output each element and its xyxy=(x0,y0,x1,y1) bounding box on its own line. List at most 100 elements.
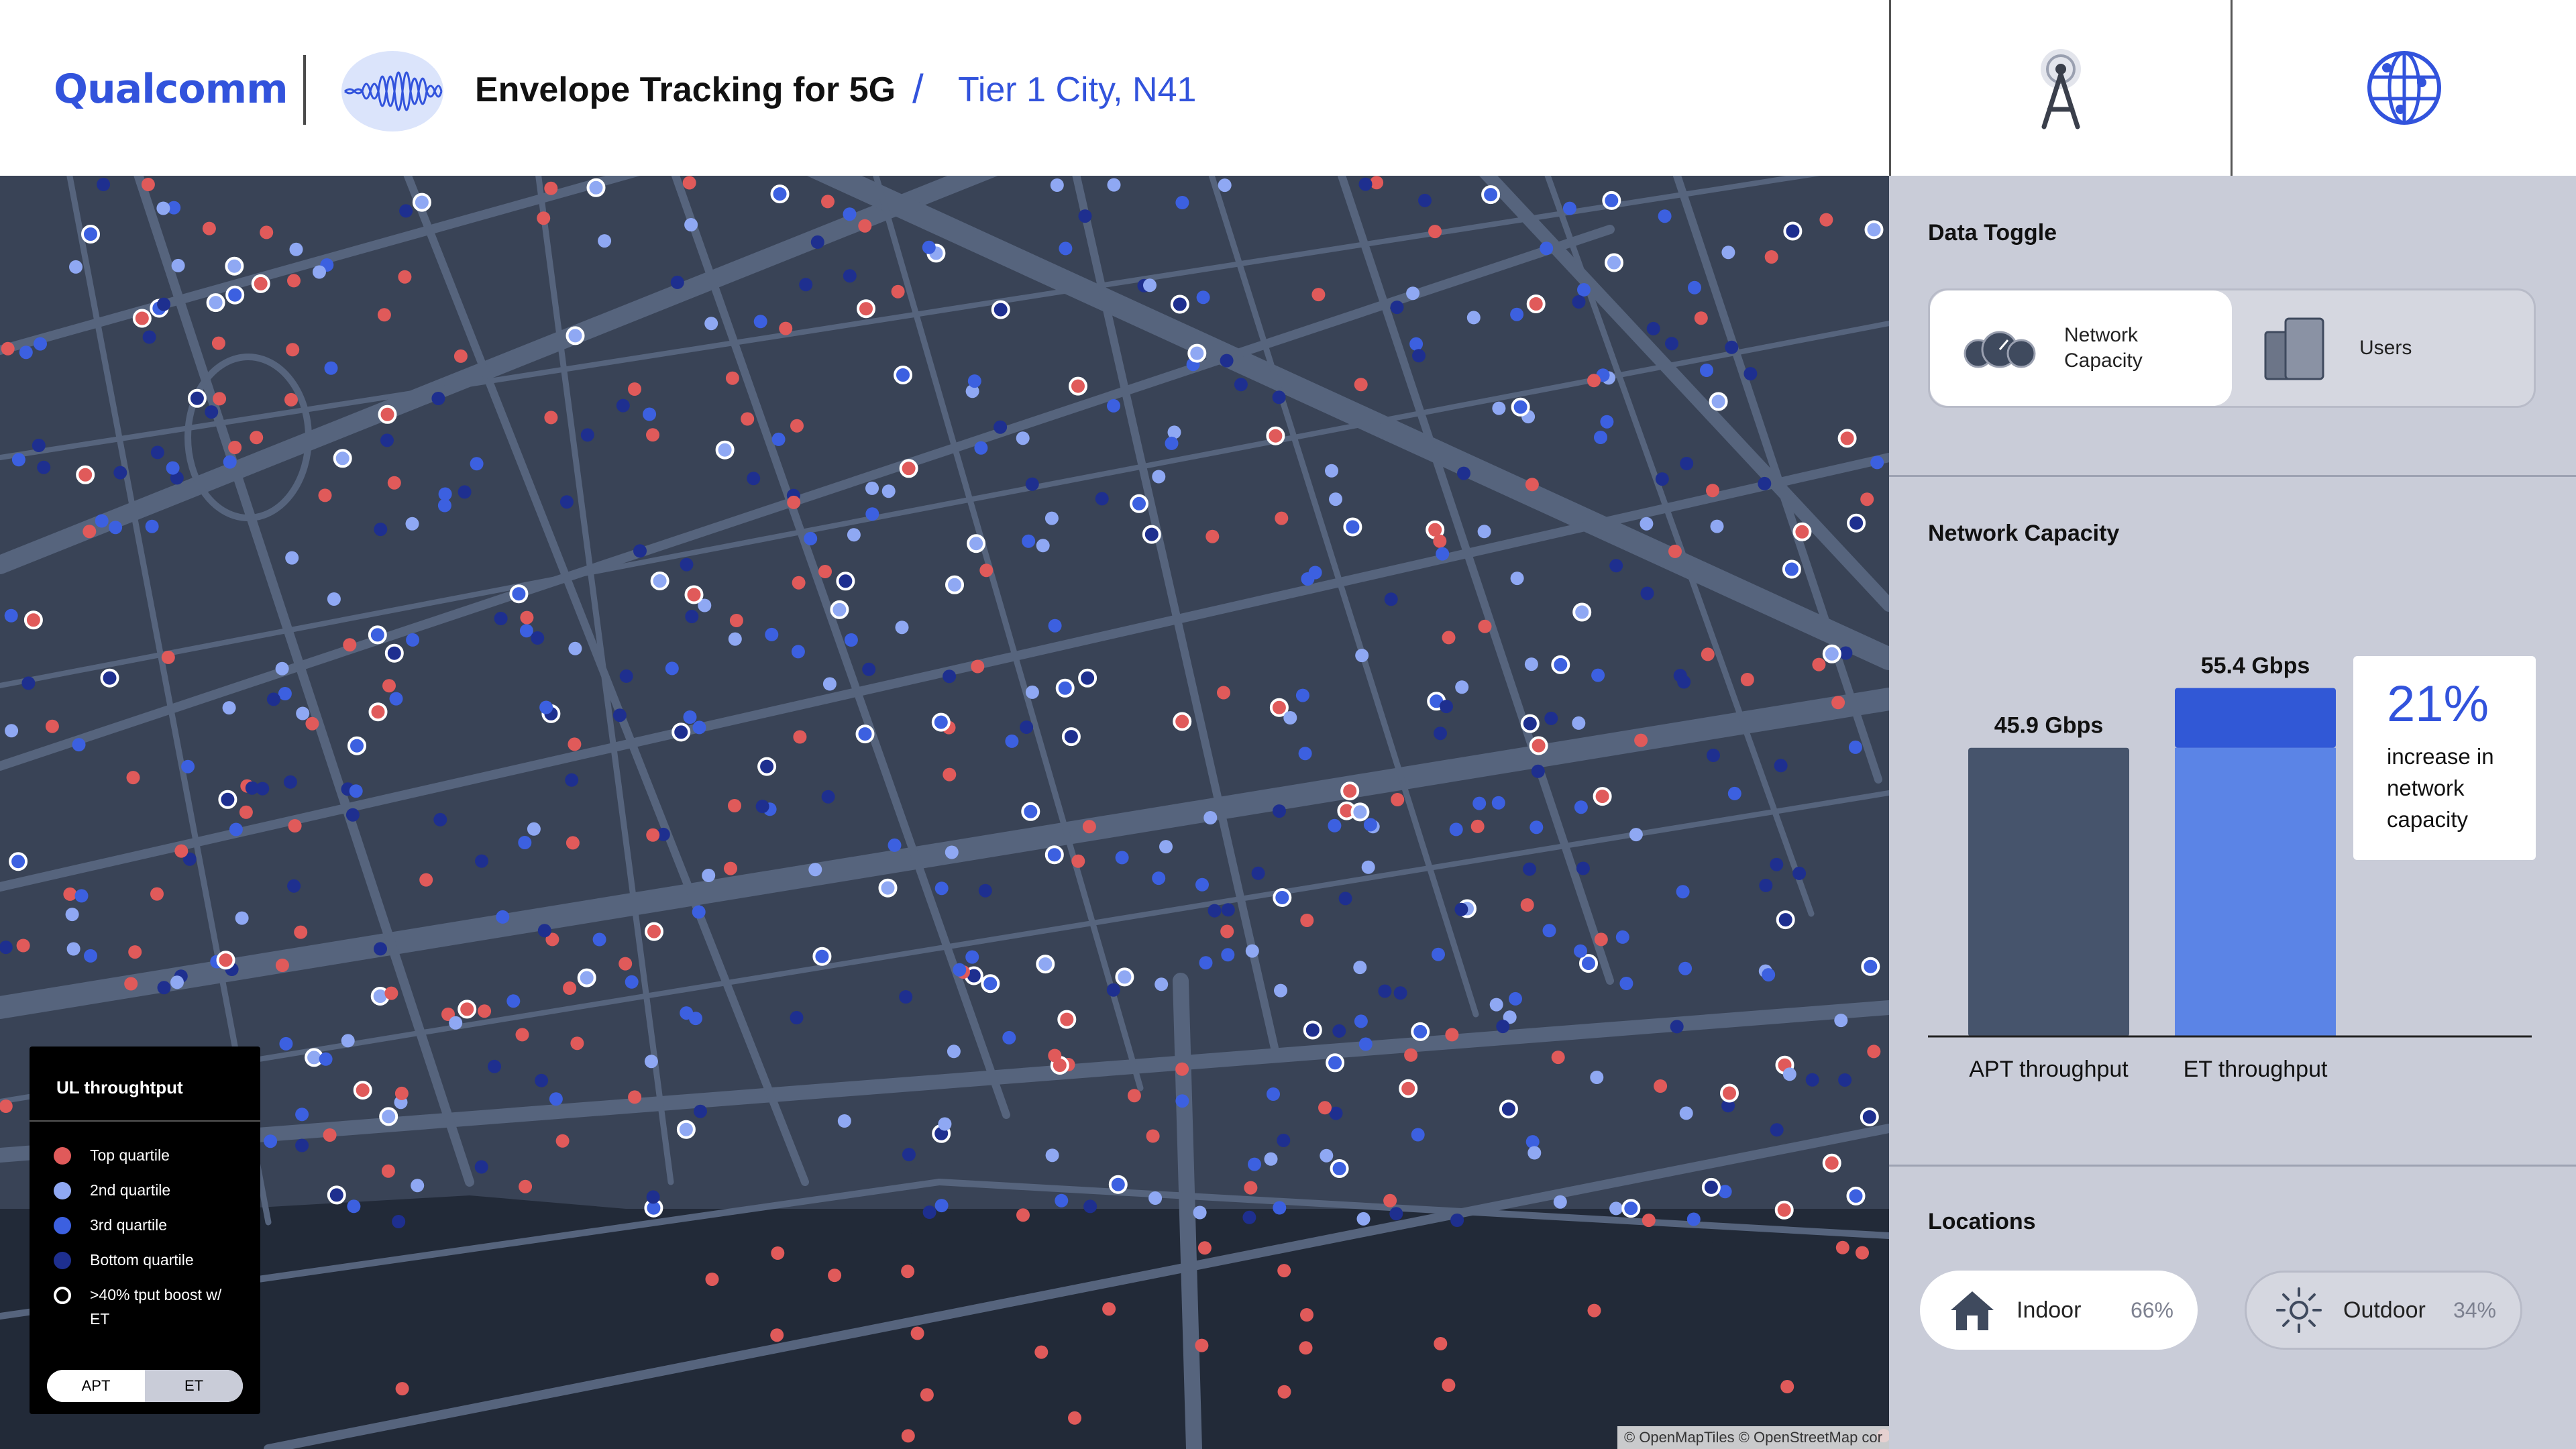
user-dot xyxy=(920,1388,934,1402)
user-dot xyxy=(250,431,264,445)
user-dot xyxy=(1107,398,1120,413)
user-dot xyxy=(810,235,824,249)
user-dot xyxy=(1251,866,1265,880)
user-dot xyxy=(1694,311,1708,325)
user-dot xyxy=(32,439,46,452)
user-dot xyxy=(828,1269,842,1283)
user-dot xyxy=(506,994,521,1008)
user-dot xyxy=(1358,1037,1373,1051)
user-dot xyxy=(527,822,541,836)
user-dot xyxy=(65,908,79,922)
user-dot xyxy=(16,938,30,953)
user-dot xyxy=(347,1199,361,1214)
user-dot xyxy=(1442,1379,1456,1392)
map-attribution[interactable]: © OpenMapTiles © OpenStreetMap cor xyxy=(1617,1426,1889,1449)
user-dot xyxy=(685,610,699,623)
legend-item-bottom-quartile: Bottom quartile xyxy=(54,1251,231,1272)
user-dot xyxy=(1325,464,1338,478)
user-dot xyxy=(1759,878,1773,892)
user-dot xyxy=(1720,1083,1739,1103)
user-dot xyxy=(279,1036,293,1051)
location-outdoor[interactable]: Outdoor 34% xyxy=(2245,1271,2522,1350)
user-dot xyxy=(570,1036,584,1051)
user-dot xyxy=(1267,1087,1280,1101)
user-dot xyxy=(1196,290,1210,305)
app-header: Qualcomm Envelope Tracking for 5G / Tier… xyxy=(0,0,1889,176)
callout-value: 21% xyxy=(2387,676,2489,733)
user-dot xyxy=(1036,955,1055,974)
user-dot xyxy=(1577,283,1591,297)
user-dot xyxy=(568,641,582,655)
user-dot xyxy=(1016,431,1030,445)
user-dot xyxy=(324,361,338,375)
user-dot xyxy=(821,790,835,804)
user-dot xyxy=(1572,716,1586,730)
user-dot xyxy=(128,945,142,959)
user-dot xyxy=(202,221,216,235)
users-option[interactable]: Users xyxy=(2232,290,2534,406)
user-dot xyxy=(535,1073,549,1087)
user-dot xyxy=(1300,1308,1313,1322)
user-dot xyxy=(150,445,164,460)
user-dot xyxy=(994,420,1008,434)
apt-et-toggle[interactable]: APT ET xyxy=(47,1370,243,1402)
user-dot xyxy=(1175,196,1189,209)
user-dot xyxy=(141,178,155,191)
user-dot xyxy=(934,881,949,896)
user-dot xyxy=(100,668,119,688)
apt-option[interactable]: APT xyxy=(47,1370,145,1402)
user-dot xyxy=(1069,376,1087,396)
user-dot xyxy=(1576,861,1590,875)
user-dot xyxy=(682,176,696,190)
user-dot xyxy=(318,488,332,502)
user-dot xyxy=(1619,977,1633,990)
user-dot xyxy=(1071,854,1085,868)
user-dot xyxy=(1433,534,1447,548)
user-dot xyxy=(566,836,580,850)
user-dot xyxy=(1002,1030,1016,1044)
user-dot xyxy=(1048,619,1062,633)
user-dot xyxy=(66,942,80,956)
user-dot xyxy=(333,449,352,468)
user-dot xyxy=(1609,559,1623,573)
user-dot xyxy=(728,632,742,646)
user-dot xyxy=(1050,178,1064,192)
user-dot xyxy=(922,240,936,254)
user-dot xyxy=(1358,177,1373,191)
user-dot xyxy=(1587,1303,1601,1318)
user-dot xyxy=(319,1052,333,1066)
location-indoor[interactable]: Indoor 66% xyxy=(1920,1271,2198,1350)
network-capacity-option[interactable]: Network Capacity xyxy=(1930,290,2232,406)
user-dot xyxy=(1590,1071,1604,1084)
user-dot xyxy=(753,315,767,329)
user-dot xyxy=(1805,1073,1819,1087)
tower-view-button[interactable] xyxy=(1889,0,2233,176)
user-dot xyxy=(1356,1212,1371,1226)
user-dot xyxy=(1130,494,1148,513)
data-toggle[interactable]: Network Capacity Users xyxy=(1928,288,2536,408)
user-dot xyxy=(559,495,574,509)
user-dot xyxy=(1544,711,1558,725)
user-dot xyxy=(1332,1024,1346,1038)
red-dot-icon xyxy=(54,1147,71,1165)
title-separator: / xyxy=(912,66,924,111)
user-dot xyxy=(1658,209,1672,223)
location-title: Tier 1 City, N41 xyxy=(958,70,1197,109)
user-dot xyxy=(474,1160,488,1174)
throughput-map[interactable]: © OpenMapTiles © OpenStreetMap cor UL th… xyxy=(0,176,1889,1449)
user-dot xyxy=(865,507,879,521)
user-dot xyxy=(379,1107,398,1126)
globe-view-button[interactable] xyxy=(2233,0,2576,176)
user-dot xyxy=(1629,828,1643,842)
user-dot xyxy=(222,701,236,715)
et-option[interactable]: ET xyxy=(145,1370,243,1402)
user-dot xyxy=(1083,1199,1097,1214)
user-dot xyxy=(1481,185,1501,205)
user-dot xyxy=(1245,944,1259,958)
user-dot xyxy=(1409,337,1424,351)
user-dot xyxy=(380,433,394,447)
user-dot xyxy=(843,269,857,283)
user-dot xyxy=(34,337,47,351)
user-dot xyxy=(1864,220,1884,239)
user-dot xyxy=(539,700,553,714)
